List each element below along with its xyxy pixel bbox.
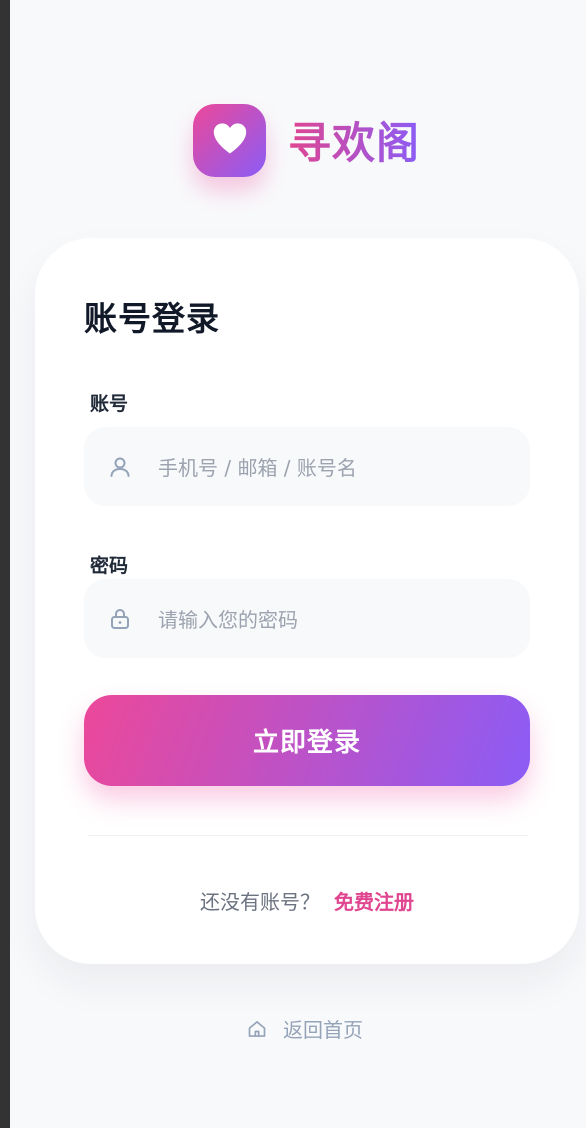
home-icon bbox=[247, 1018, 269, 1040]
register-prompt: 还没有账号？ bbox=[200, 890, 320, 914]
back-home-link[interactable]: 返回首页 bbox=[247, 1014, 363, 1043]
window-edge bbox=[0, 0, 10, 1128]
brand-header: 寻欢阁 bbox=[193, 103, 420, 177]
password-placeholder: 请输入您的密码 bbox=[158, 608, 298, 632]
page-title: 账号登录 bbox=[84, 299, 220, 338]
user-icon bbox=[107, 454, 133, 480]
login-screen: 寻欢阁 账号登录 账号 手机号 / 邮箱 / 账号名 密码 请输入您的密码 立即… bbox=[10, 0, 586, 1128]
login-button[interactable]: 立即登录 bbox=[84, 695, 530, 786]
password-input[interactable]: 请输入您的密码 bbox=[84, 579, 530, 658]
password-label: 密码 bbox=[90, 555, 129, 577]
login-card: 账号登录 账号 手机号 / 邮箱 / 账号名 密码 请输入您的密码 立即登录 还… bbox=[35, 238, 579, 964]
register-link[interactable]: 免费注册 bbox=[334, 886, 414, 915]
account-label: 账号 bbox=[90, 393, 129, 415]
heart-icon bbox=[211, 121, 249, 159]
account-placeholder: 手机号 / 邮箱 / 账号名 bbox=[158, 456, 357, 480]
divider bbox=[88, 835, 528, 836]
lock-icon bbox=[107, 606, 133, 632]
account-input[interactable]: 手机号 / 邮箱 / 账号名 bbox=[84, 427, 530, 506]
app-name: 寻欢阁 bbox=[288, 109, 420, 171]
app-logo bbox=[193, 103, 266, 177]
register-row: 还没有账号？ 免费注册 bbox=[35, 886, 579, 915]
home-label: 返回首页 bbox=[283, 1018, 363, 1042]
